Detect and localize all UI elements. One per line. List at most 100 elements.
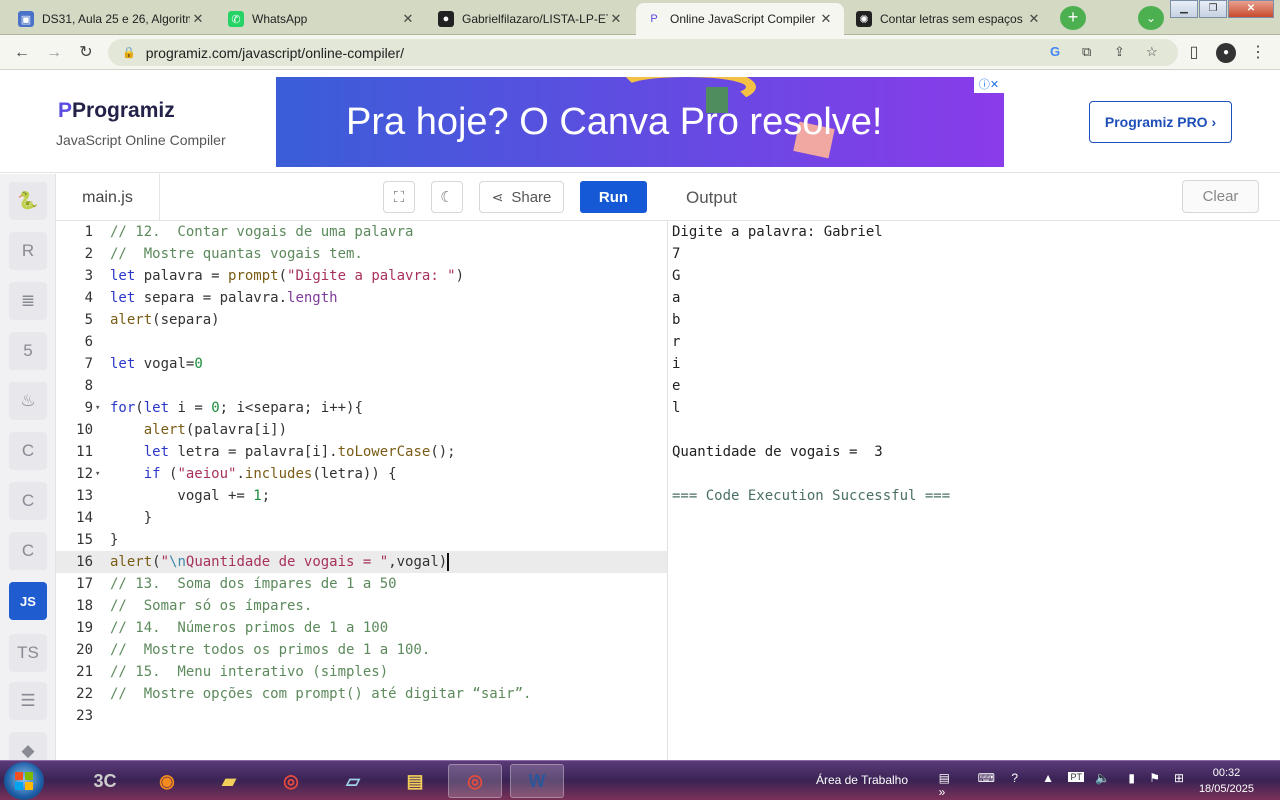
java-icon[interactable]: ♨ — [9, 382, 47, 420]
line-number: 16 — [76, 554, 93, 570]
show-hidden-icons[interactable]: ▲ — [1042, 771, 1054, 785]
code-editor[interactable]: 1 // 12. Contar vogais de uma palavra 2 // … — [56, 221, 668, 760]
notepad-icon[interactable]: ▱ — [326, 764, 380, 798]
word-icon[interactable]: W — [510, 764, 564, 798]
tab-close-icon[interactable]: ✕ — [190, 11, 206, 27]
programiz-logo[interactable]: PProgramiz — [58, 99, 175, 123]
browser-tab[interactable]: ✺ Contar letras sem espaços ✕ — [846, 3, 1052, 35]
bookmark-star-icon[interactable]: ☆ — [1146, 44, 1158, 60]
back-icon[interactable]: ← — [12, 43, 32, 63]
code-line[interactable]: 1 // 12. Contar vogais de uma palavra — [56, 221, 667, 243]
folder-icon[interactable]: ▰ — [202, 764, 256, 798]
code-line[interactable]: 17 // 13. Soma dos ímpares de 1 a 50 — [56, 573, 667, 595]
code-text: // Mostre todos os primos de 1 a 100. — [110, 642, 431, 658]
browser-tab[interactable]: ✆ WhatsApp ✕ — [218, 3, 426, 35]
r-icon[interactable]: R — [9, 232, 47, 270]
url-bar[interactable]: 🔒 programiz.com/javascript/online-compil… — [108, 39, 1178, 66]
line-number: 18 — [76, 598, 93, 614]
code-line[interactable]: 18 // Somar só os ímpares. — [56, 595, 667, 617]
code-text: // Somar só os ímpares. — [110, 598, 313, 614]
c-icon[interactable]: C — [9, 432, 47, 470]
line-number: 9 — [84, 400, 93, 416]
code-line[interactable]: 11 let letra = palavra[i].toLowerCase(); — [56, 441, 667, 463]
run-button[interactable]: Run — [580, 181, 647, 213]
keyboard-icon[interactable]: ⌨ — [978, 771, 995, 785]
python-icon[interactable]: 🐍 — [9, 182, 47, 220]
chrome-icon[interactable]: ◎ — [264, 764, 318, 798]
power-icon[interactable]: ⊞ — [1174, 771, 1184, 785]
desktop-toolbar-label[interactable]: Área de Trabalho — [816, 773, 908, 787]
code-line[interactable]: 20 // Mostre todos os primos de 1 a 100. — [56, 639, 667, 661]
fold-toggle-icon[interactable]: ▾ — [95, 397, 100, 419]
firefox-icon[interactable]: ◉ — [140, 764, 194, 798]
fullscreen-icon[interactable]: ⛶ — [383, 181, 415, 213]
google-icon[interactable]: G — [1050, 44, 1060, 59]
browser-tab[interactable]: ● Gabrielfilazaro/LISTA-LP-ET ✕ — [428, 3, 634, 35]
js-icon[interactable]: JS — [9, 582, 47, 620]
browser-tab[interactable]: ▣ DS31, Aula 25 e 26, Algoritmos✕ — [8, 3, 216, 35]
dark-mode-icon[interactable]: ☾ — [431, 181, 463, 213]
code-line[interactable]: 2 // Mostre quantas vogais tem. — [56, 243, 667, 265]
translate-icon[interactable]: ⧉ — [1082, 44, 1091, 60]
calculator-icon[interactable]: 3C — [78, 764, 132, 798]
code-line[interactable]: 14 } — [56, 507, 667, 529]
csharp-icon[interactable]: C — [9, 532, 47, 570]
cpp-icon[interactable]: C — [9, 482, 47, 520]
code-line[interactable]: 12 ▾ if ("aeiou".includes(letra)) { — [56, 463, 667, 485]
action-center-flag-icon[interactable]: ⚑ — [1149, 771, 1160, 785]
sql-icon[interactable]: ≣ — [9, 282, 47, 320]
profile-avatar[interactable]: ● — [1216, 43, 1236, 63]
reload-icon[interactable]: ↻ — [76, 43, 96, 63]
code-line[interactable]: 22 // Mostre opções com prompt() até digi… — [56, 683, 667, 705]
code-line[interactable]: 19 // 14. Números primos de 1 a 100 — [56, 617, 667, 639]
tab-close-icon[interactable]: ✕ — [608, 11, 624, 27]
start-button[interactable] — [4, 762, 44, 800]
chrome-active-icon[interactable]: ◎ — [448, 764, 502, 798]
tab-close-icon[interactable]: ✕ — [400, 11, 416, 27]
ad-banner[interactable]: Pra hoje? O Canva Pro resolve! ⓘ✕ — [276, 77, 1004, 167]
code-line[interactable]: 10 alert(palavra[i]) — [56, 419, 667, 441]
forward-icon[interactable]: → — [44, 43, 64, 63]
code-line[interactable]: 13 vogal += 1; — [56, 485, 667, 507]
tab-search-button[interactable]: ⌄ — [1138, 6, 1164, 30]
tab-close-icon[interactable]: ✕ — [818, 11, 834, 27]
language-indicator[interactable]: PT — [1068, 772, 1084, 782]
programiz-pro-button[interactable]: Programiz PRO › — [1089, 101, 1232, 143]
clear-button[interactable]: Clear — [1182, 180, 1259, 213]
code-line[interactable]: 21 // 15. Menu interativo (simples) — [56, 661, 667, 683]
fold-toggle-icon[interactable]: ▾ — [95, 463, 100, 485]
minimize-button[interactable]: ▁ — [1170, 0, 1198, 18]
share-button[interactable]: ⋖ Share — [479, 181, 564, 213]
html-icon[interactable]: 5 — [9, 332, 47, 370]
maximize-button[interactable]: ❐ — [1199, 0, 1227, 18]
help-icon[interactable]: ? — [1011, 771, 1018, 785]
code-line[interactable]: 4 let separa = palavra.length — [56, 287, 667, 309]
code-line[interactable]: 3 let palavra = prompt("Digite a palavra:… — [56, 265, 667, 287]
code-line[interactable]: 8 — [56, 375, 667, 397]
code-line[interactable]: 9 ▾ for(let i = 0; i<separa; i++){ — [56, 397, 667, 419]
new-tab-button[interactable]: + — [1060, 6, 1086, 30]
desktop-toolbar-icon[interactable]: ▤ » — [939, 771, 950, 799]
ad-close-icon[interactable]: ⓘ✕ — [974, 77, 1004, 93]
browser-tab[interactable]: P Online JavaScript Compiler ✕ — [636, 3, 844, 35]
side-panel-icon[interactable]: ▯ — [1184, 43, 1204, 63]
browser-menu-icon[interactable]: ⋮ — [1248, 43, 1268, 63]
ts-icon[interactable]: TS — [9, 634, 47, 672]
code-line[interactable]: 6 — [56, 331, 667, 353]
tab-close-icon[interactable]: ✕ — [1026, 11, 1042, 27]
volume-icon[interactable]: 🔈 — [1095, 771, 1110, 785]
explorer-icon[interactable]: ▤ — [388, 764, 442, 798]
close-window-button[interactable]: ✕ — [1228, 0, 1274, 18]
code-text: // 13. Soma dos ímpares de 1 a 50 — [110, 576, 397, 592]
code-line[interactable]: 23 — [56, 705, 667, 727]
code-line[interactable]: 16 alert("\nQuantidade de vogais = ",voga… — [56, 551, 667, 573]
network-icon[interactable]: ▮ — [1128, 771, 1135, 785]
share-page-icon[interactable]: ⇪ — [1114, 44, 1125, 60]
code-line[interactable]: 15} — [56, 529, 667, 551]
code-line[interactable]: 7 let vogal=0 — [56, 353, 667, 375]
windows-logo-icon — [15, 772, 33, 790]
clock[interactable]: 00:32 18/05/2025 — [1199, 765, 1254, 797]
stack-icon[interactable]: ☰ — [9, 682, 47, 720]
code-line[interactable]: 5 alert(separa) — [56, 309, 667, 331]
file-tab[interactable]: main.js — [56, 174, 160, 221]
